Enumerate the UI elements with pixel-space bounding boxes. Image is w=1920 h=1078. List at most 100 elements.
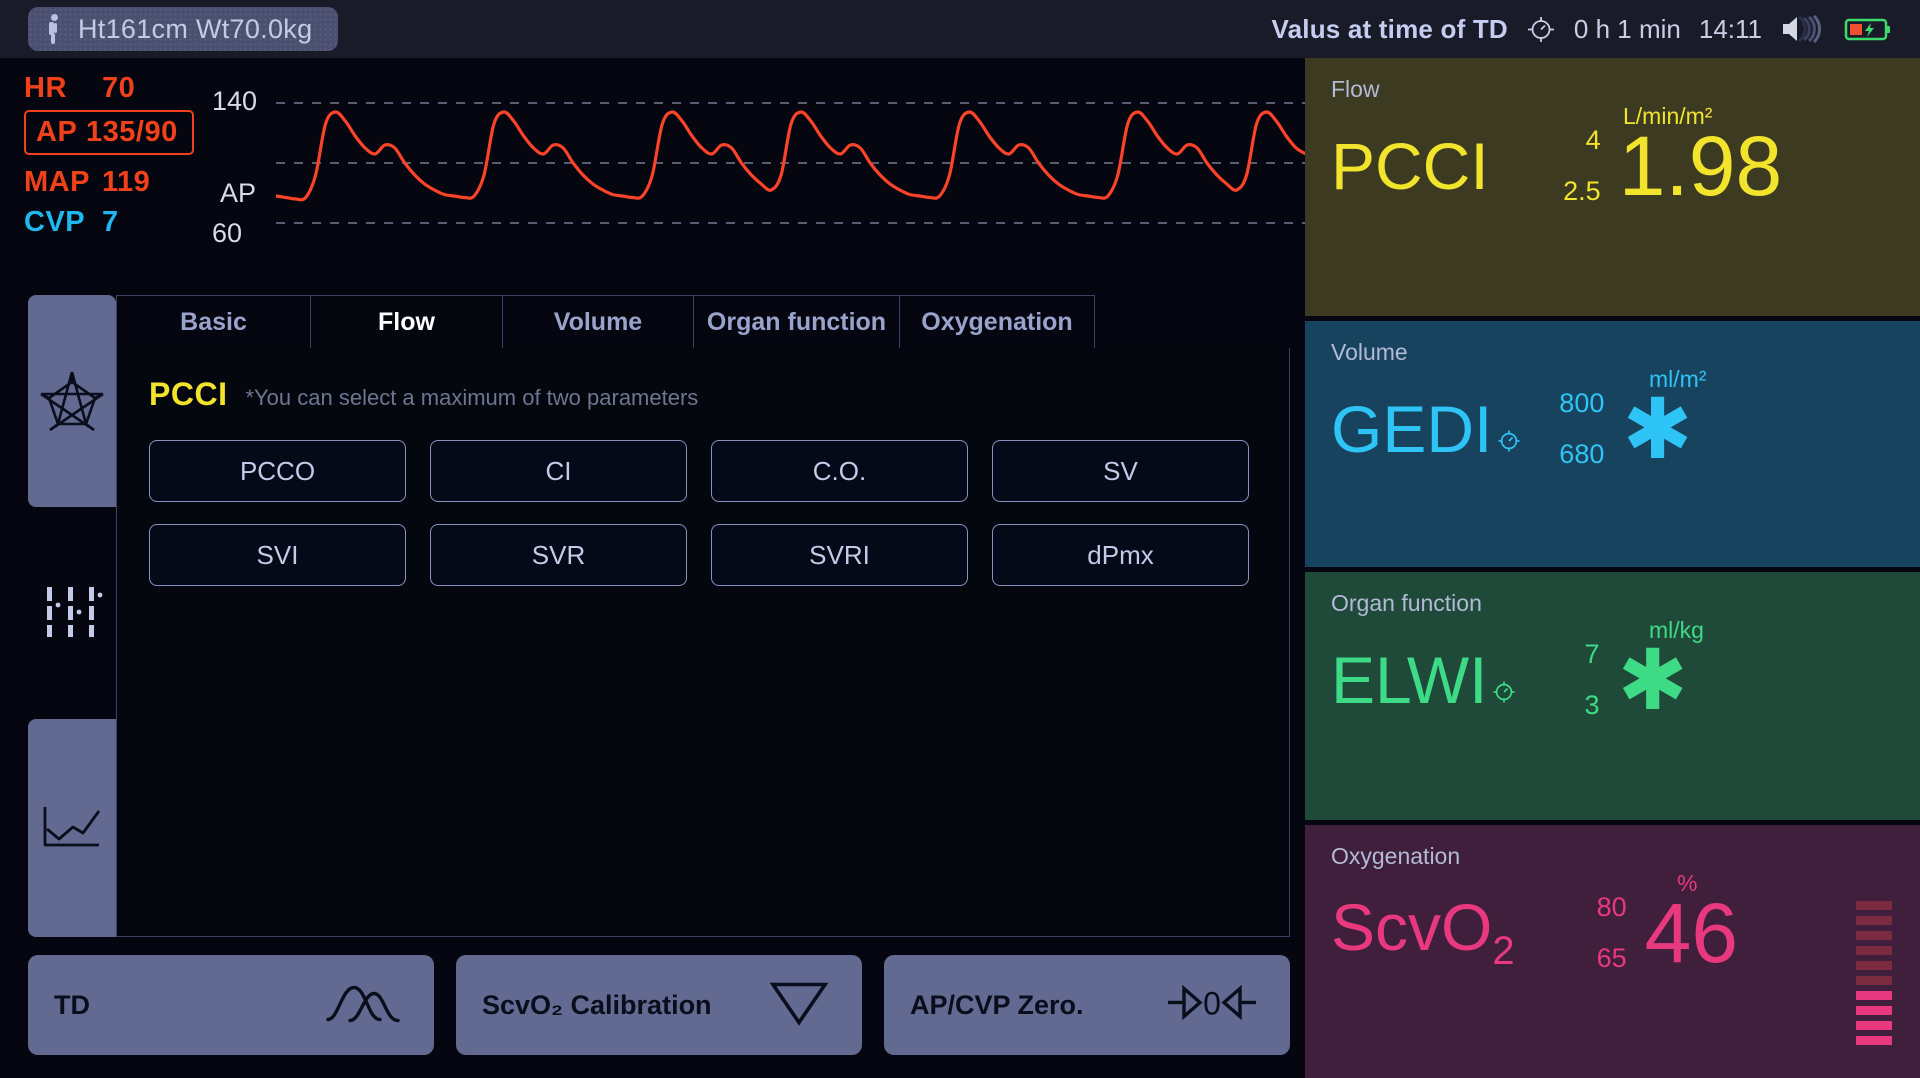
side-panel-oxygenation-name-text: ScvO bbox=[1331, 890, 1493, 965]
tab-bar: Basic Flow Volume Organ function Oxygenation bbox=[116, 295, 1290, 349]
side-panel-volume[interactable]: Volume GEDI 800 680 ml/m² ✱ bbox=[1305, 321, 1920, 567]
param-button-sv[interactable]: SV bbox=[992, 440, 1249, 502]
side-panel-organ-name-text: ELWI bbox=[1331, 643, 1488, 717]
radar-chart-icon bbox=[40, 371, 104, 432]
triangle-down-icon bbox=[768, 979, 830, 1032]
td-elapsed-time: 0 h 1 min bbox=[1573, 13, 1681, 44]
side-panel-volume-range: 800 680 bbox=[1550, 388, 1604, 470]
selected-parameter-title: PCCI bbox=[149, 376, 228, 412]
gauge-segment bbox=[1856, 901, 1892, 910]
gauge-segment bbox=[1856, 916, 1892, 925]
tab-oxygenation[interactable]: Oxygenation bbox=[900, 295, 1095, 349]
trend-line-icon bbox=[43, 807, 101, 847]
person-icon bbox=[46, 14, 62, 44]
td-button[interactable]: TD bbox=[28, 955, 434, 1055]
side-panel-flow-value: 1.98 bbox=[1618, 119, 1783, 213]
side-panel-oxygenation-name-sub: 2 bbox=[1492, 929, 1515, 974]
side-panel-flow-section: Flow bbox=[1331, 76, 1380, 102]
rail-tab-trend[interactable] bbox=[28, 719, 116, 937]
side-panel-flow-unit: L/min/m² bbox=[1623, 103, 1713, 129]
side-panel-oxygenation-section: Oxygenation bbox=[1331, 843, 1461, 869]
side-panel-volume-name: GEDI bbox=[1331, 396, 1520, 462]
side-panel-flow-range-low: 2.5 bbox=[1563, 176, 1601, 206]
waveform-scale-high: 140 bbox=[212, 86, 258, 116]
clock-time: 14:11 bbox=[1698, 13, 1762, 44]
param-button-svri[interactable]: SVRI bbox=[711, 524, 968, 586]
side-panel-volume-range-low: 680 bbox=[1559, 439, 1605, 469]
side-panel-volume-unit: ml/m² bbox=[1649, 366, 1707, 392]
param-button-pcco[interactable]: PCCO bbox=[149, 440, 406, 502]
patient-info-chip[interactable]: Ht161cm Wt70.0kg bbox=[28, 7, 339, 51]
scvo2-calibration-button[interactable]: ScvO₂ Calibration bbox=[456, 955, 862, 1055]
parameter-button-grid: PCCO CI C.O. SV SVI SVR SVRI dPmx bbox=[149, 440, 1249, 586]
tab-volume[interactable]: Volume bbox=[503, 295, 694, 349]
param-button-svi[interactable]: SVI bbox=[149, 524, 406, 586]
action-bar: TD ScvO₂ Calibration AP/CVP Zero. 0 bbox=[28, 955, 1290, 1055]
vital-cvp[interactable]: CVP 7 bbox=[24, 206, 119, 239]
param-button-dpmx[interactable]: dPmx bbox=[992, 524, 1249, 586]
waveform-scale-label: AP bbox=[220, 178, 257, 208]
td-clock-icon bbox=[1491, 649, 1517, 703]
side-panel-oxygenation-range-high: 80 bbox=[1596, 892, 1627, 922]
vital-ap-value: 135/90 bbox=[86, 116, 178, 148]
side-panel-volume-name-text: GEDI bbox=[1331, 392, 1493, 466]
param-button-ci[interactable]: CI bbox=[430, 440, 687, 502]
rail-tab-radar[interactable] bbox=[28, 295, 116, 507]
gauge-segment bbox=[1856, 1021, 1892, 1030]
tab-area: Basic Flow Volume Organ function Oxygenation… bbox=[116, 295, 1290, 937]
battery-charging-icon bbox=[1844, 13, 1892, 45]
ap-waveform-chart bbox=[276, 58, 1306, 258]
scvo2-level-gauge bbox=[1856, 901, 1892, 1051]
speaker-volume-icon[interactable] bbox=[1780, 13, 1826, 45]
side-panel-oxygenation-unit: % bbox=[1677, 870, 1698, 896]
side-panel-flow-name: PCCI bbox=[1331, 129, 1489, 203]
scvo2-calibration-label: ScvO₂ Calibration bbox=[482, 989, 712, 1020]
vital-ap[interactable]: AP 135/90 bbox=[24, 110, 194, 155]
vital-hr-label: HR bbox=[24, 72, 67, 104]
ap-cvp-zero-label: AP/CVP Zero. bbox=[910, 989, 1084, 1020]
side-panel-flow[interactable]: Flow PCCI 4 2.5 L/min/m² 1.98 bbox=[1305, 58, 1920, 316]
patient-measurements: Ht161cm Wt70.0kg bbox=[78, 13, 313, 44]
td-clock-icon bbox=[1496, 398, 1522, 452]
bar-columns-icon bbox=[47, 587, 103, 637]
tab-basic[interactable]: Basic bbox=[116, 295, 311, 349]
gauge-segment bbox=[1856, 976, 1892, 985]
rail-tab-columns[interactable] bbox=[28, 507, 116, 719]
vital-cvp-value: 7 bbox=[102, 206, 119, 238]
parameter-selection-card: Basic Flow Volume Organ function Oxygenation… bbox=[28, 295, 1290, 937]
side-panel-organ-range-low: 3 bbox=[1584, 690, 1600, 720]
side-panel-organ-range-high: 7 bbox=[1584, 639, 1600, 669]
side-panel-flow-range-high: 4 bbox=[1585, 125, 1601, 155]
status-bar: Ht161cm Wt70.0kg Valus at time of TD 0 h… bbox=[0, 0, 1920, 58]
ap-cvp-zero-button[interactable]: AP/CVP Zero. 0 bbox=[884, 955, 1290, 1055]
tab-flow[interactable]: Flow bbox=[311, 295, 503, 349]
param-button-co[interactable]: C.O. bbox=[711, 440, 968, 502]
thermodilution-curve-icon bbox=[324, 980, 402, 1031]
side-panel-organ-function[interactable]: Organ function ELWI 7 3 ml/kg ✱ bbox=[1305, 572, 1920, 820]
selection-hint: *You can select a maximum of two paramet… bbox=[245, 385, 699, 410]
gauge-segment bbox=[1856, 946, 1892, 955]
side-panel-oxygenation-name: ScvO2 bbox=[1331, 894, 1515, 971]
vital-map-label: MAP bbox=[24, 166, 90, 198]
param-button-svr[interactable]: SVR bbox=[430, 524, 687, 586]
side-panel-volume-section: Volume bbox=[1331, 339, 1408, 365]
side-panel-oxygenation[interactable]: Oxygenation ScvO2 80 65 % 46 bbox=[1305, 825, 1920, 1078]
vital-map[interactable]: MAP 119 bbox=[24, 166, 150, 199]
side-panel-organ-name: ELWI bbox=[1331, 647, 1515, 713]
status-indicators: Valus at time of TD 0 h 1 min 14:11 bbox=[1272, 13, 1893, 45]
vital-cvp-label: CVP bbox=[24, 206, 86, 238]
gauge-segment bbox=[1856, 961, 1892, 970]
gauge-segment bbox=[1856, 1036, 1892, 1045]
tab-organ-function[interactable]: Organ function bbox=[694, 295, 900, 349]
vital-hr[interactable]: HR 70 bbox=[24, 72, 135, 105]
gauge-segment bbox=[1856, 991, 1892, 1000]
vital-ap-label: AP bbox=[36, 116, 78, 148]
vital-hr-value: 70 bbox=[102, 72, 136, 104]
td-values-label: Valus at time of TD bbox=[1271, 13, 1508, 44]
flow-parameter-panel: PCCI *You can select a maximum of two pa… bbox=[116, 348, 1290, 937]
svg-text:0: 0 bbox=[1203, 986, 1221, 1022]
side-panel-oxygenation-range-low: 65 bbox=[1596, 943, 1627, 973]
view-mode-rail bbox=[28, 295, 116, 937]
side-panel-organ-value: ✱ bbox=[1617, 633, 1688, 727]
monitor-screen: Ht161cm Wt70.0kg Valus at time of TD 0 h… bbox=[0, 0, 1920, 1078]
